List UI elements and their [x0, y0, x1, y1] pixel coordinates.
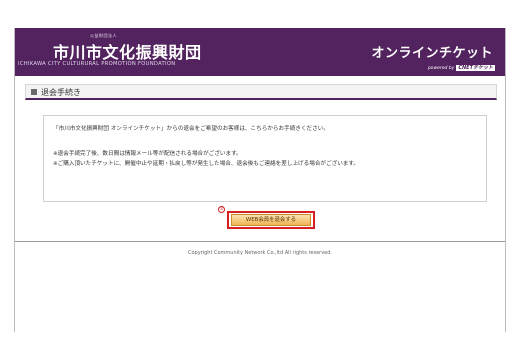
section-title: 退会手続き — [41, 88, 81, 97]
online-ticket-title: オンラインチケット — [371, 46, 493, 61]
step-marker: ② — [218, 206, 225, 213]
site-header: 公益財団法人 市川市文化振興財団 ICHIKAWA CITY CULTURURA… — [15, 28, 505, 76]
square-bullet-icon — [31, 89, 37, 95]
footer-divider — [15, 241, 505, 242]
highlight-box: WEB会員を退会する — [227, 211, 315, 229]
withdrawal-notice-box: 「市川市文化振興財団 オンラインチケット」からの退会をご希望のお客様は、こちらか… — [43, 115, 487, 202]
cnet-brand-logo: CNETチケット — [456, 65, 495, 71]
powered-by-text: powered by — [427, 66, 455, 71]
notice-line-1: 「市川市文化振興財団 オンラインチケット」からの退会をご希望のお客様は、こちらか… — [53, 126, 329, 132]
notice-line-2: ※退会手続完了後、数日間は情報メール等が配信される場合がございます。 — [53, 151, 242, 157]
org-name-logo[interactable]: 市川市文化振興財団 — [53, 39, 202, 63]
withdraw-membership-button[interactable]: WEB会員を退会する — [231, 214, 311, 226]
powered-by: powered by CNETチケット — [428, 64, 495, 71]
page-frame: 公益財団法人 市川市文化振興財団 ICHIKAWA CITY CULTURURA… — [14, 28, 506, 332]
copyright-text: Copyright Community Network Co.,ltd All … — [187, 250, 333, 256]
notice-line-3: ※ご購入頂いたチケットに、開催中止や延期・払戻し等が発生した場合、退会後もご連絡… — [53, 161, 360, 167]
org-english-name: ICHIKAWA CITY CULTURURAL PROMOTION FOUND… — [18, 61, 176, 67]
section-heading: 退会手続き — [25, 84, 497, 100]
